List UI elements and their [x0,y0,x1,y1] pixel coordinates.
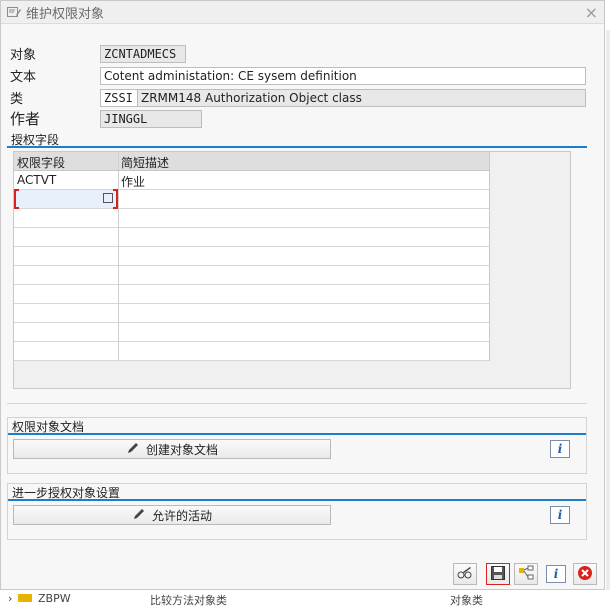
table-right-edge [489,152,490,361]
background-row-name: ZBPW [38,592,71,605]
cell-separator [118,171,119,189]
cell-separator [118,247,119,265]
author-row: 作者 JINGGL [10,109,202,128]
create-doc-label: 创建对象文档 [145,442,218,457]
further-settings-underline [8,499,586,501]
auth-fields-table: 权限字段 简短描述 ACTVT 作业 [13,151,571,389]
desc-cell: 作业 [121,175,146,189]
save-button[interactable] [486,563,510,585]
docs-info-button[interactable]: i [550,440,570,458]
field-cell[interactable]: ACTVT [17,173,56,187]
close-icon[interactable]: × [585,3,598,22]
background-row-type: 对象类 [450,594,483,607]
background-row-desc: 比较方法对象类 [150,594,227,607]
allowed-activities-label: 允许的活动 [151,508,212,523]
footer-info-button[interactable]: i [546,565,566,583]
cell-separator [118,209,119,227]
cell-separator [118,190,119,208]
author-label: 作者 [10,110,41,128]
table-row[interactable] [14,342,489,361]
hierarchy-button[interactable] [514,563,538,585]
docs-underline [8,433,586,435]
background-tree-chevron-icon: › [8,592,13,605]
text-label: 文本 [10,70,37,85]
column-header-desc[interactable]: 简短描述 [121,154,169,171]
text-row: 文本 Cotent administation: CE sysem defini… [10,66,586,85]
table-row[interactable]: ACTVT 作业 [14,171,489,190]
table-row[interactable] [14,266,489,285]
class-label: 类 [10,92,24,107]
hierarchy-icon [518,565,534,584]
focused-input-cell[interactable] [14,189,118,209]
cell-separator [118,285,119,303]
save-icon [490,565,506,584]
table-row[interactable] [14,285,489,304]
cancel-icon [577,565,593,584]
object-label: 对象 [10,48,37,63]
dialog-titlebar: 维护权限对象 × [1,1,604,24]
class-description: ZRMM148 Authorization Object class [138,88,586,107]
cancel-button[interactable] [573,563,597,585]
further-info-button[interactable]: i [550,506,570,524]
allowed-activities-button[interactable]: 允许的活动 [13,505,331,525]
glasses-pencil-icon [457,566,473,583]
further-settings-group: 进一步授权对象设置 允许的活动 i [7,483,587,540]
table-row[interactable] [14,323,489,342]
text-field[interactable]: Cotent administation: CE sysem definitio… [100,66,586,85]
edit-window-icon [7,6,21,18]
table-row[interactable] [14,247,489,266]
auth-fields-underline [7,146,587,148]
object-field[interactable]: ZCNTADMECS [100,44,186,63]
table-row[interactable] [14,304,489,323]
class-row: 类 ZSSI ZRMM148 Authorization Object clas… [10,88,586,107]
maintain-auth-object-dialog: 维护权限对象 × 对象 ZCNTADMECS 文本 Cotent adminis… [0,0,605,590]
pencil-icon [132,507,146,524]
dialog-title: 维护权限对象 [26,6,105,22]
table-header: 权限字段 简短描述 [14,152,489,171]
column-header-field[interactable]: 权限字段 [17,154,65,171]
focus-corner-mark [14,189,19,191]
auth-fields-group: 授权字段 权限字段 简短描述 ACTVT 作业 [7,131,587,404]
author-field: JINGGL [100,109,202,128]
cell-separator [118,266,119,284]
table-row[interactable] [14,209,489,228]
change-display-button[interactable] [453,563,477,585]
header-separator [118,152,119,170]
class-code-field[interactable]: ZSSI [100,88,138,107]
object-row: 对象 ZCNTADMECS [10,44,186,63]
cell-separator [118,342,119,360]
value-help-icon[interactable] [103,193,113,203]
table-row[interactable] [14,189,489,209]
cell-separator [118,323,119,341]
create-doc-button[interactable]: 创建对象文档 [13,439,331,459]
pencil-icon [126,441,140,458]
cell-separator [118,304,119,322]
cell-separator [118,228,119,246]
table-row[interactable] [14,228,489,247]
background-scrollbar [606,30,610,590]
docs-group: 权限对象文档 创建对象文档 i [7,417,587,474]
background-folder-icon [18,594,32,602]
